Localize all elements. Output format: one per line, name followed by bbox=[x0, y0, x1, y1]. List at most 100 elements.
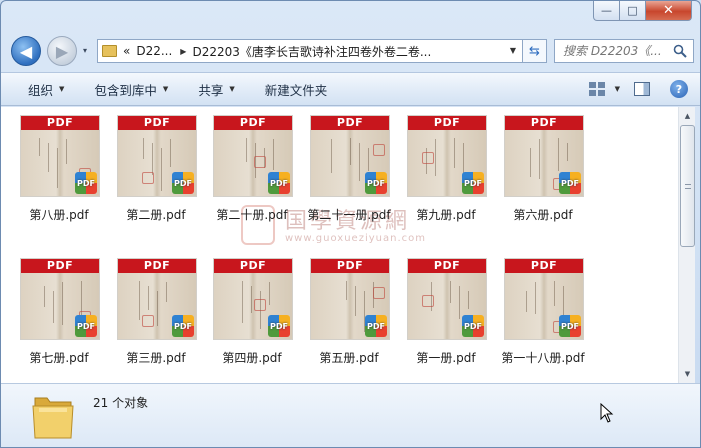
seal-stamp bbox=[254, 156, 266, 168]
file-item[interactable]: PDF PDF 第四册.pdf bbox=[204, 250, 300, 380]
scan-line bbox=[558, 138, 559, 171]
back-arrow-icon: ◀ bbox=[19, 41, 33, 61]
scan-line bbox=[359, 143, 360, 181]
file-item[interactable]: PDF PDF 第二十册.pdf bbox=[204, 107, 300, 237]
breadcrumb-current[interactable]: D22203《唐李长吉歌诗补注四卷外卷二卷... bbox=[192, 43, 431, 60]
file-name: 第二十册.pdf bbox=[216, 208, 288, 222]
address-bar[interactable]: « D22... ▶ D22203《唐李长吉歌诗补注四卷外卷二卷... ▼ bbox=[97, 39, 523, 63]
pdf-banner: PDF bbox=[311, 259, 389, 273]
file-item[interactable]: PDF PDF 第七册.pdf bbox=[11, 250, 107, 380]
new-folder-button[interactable]: 新建文件夹 bbox=[265, 73, 328, 105]
pdf-app-icon: PDF bbox=[365, 172, 387, 194]
file-list[interactable]: 国學資源網 www.guoxueziyuan.com PDF PDF 第八册.pdf… bbox=[1, 107, 678, 383]
pdf-banner: PDF bbox=[118, 116, 196, 130]
chevron-right-icon[interactable]: ▶ bbox=[180, 47, 186, 56]
scan-line bbox=[454, 138, 455, 168]
scan-line bbox=[269, 282, 270, 305]
pdf-app-icon: PDF bbox=[559, 172, 581, 194]
breadcrumb-overflow[interactable]: « bbox=[123, 44, 130, 58]
pdf-thumbnail: PDF PDF bbox=[20, 258, 100, 340]
refresh-icon: ⇆ bbox=[529, 43, 540, 59]
pdf-app-icon: PDF bbox=[172, 315, 194, 337]
close-button[interactable]: ✕ bbox=[646, 1, 692, 21]
search-icon[interactable] bbox=[673, 44, 687, 58]
recent-pages-dropdown[interactable]: ▾ bbox=[83, 46, 87, 55]
pdf-thumbnail: PDF PDF bbox=[407, 115, 487, 197]
seal-stamp bbox=[142, 315, 154, 327]
address-dropdown-icon[interactable]: ▼ bbox=[510, 46, 516, 55]
pdf-app-icon: PDF bbox=[462, 315, 484, 337]
pdf-thumbnail: PDF PDF bbox=[20, 115, 100, 197]
share-label: 共享 bbox=[198, 82, 224, 98]
file-item[interactable]: PDF PDF 第二册.pdf bbox=[108, 107, 204, 237]
scan-line bbox=[39, 138, 40, 156]
scan-line bbox=[450, 281, 451, 303]
file-item[interactable]: PDF PDF 第三册.pdf bbox=[108, 250, 204, 380]
view-controls: ▼ ? bbox=[588, 73, 700, 105]
search-input[interactable] bbox=[563, 44, 673, 58]
scan-line bbox=[242, 281, 243, 323]
scan-line bbox=[530, 148, 531, 177]
file-name: 第七册.pdf bbox=[29, 351, 89, 365]
scrollbar-thumb[interactable] bbox=[680, 125, 695, 247]
pdf-thumbnail: PDF PDF bbox=[213, 115, 293, 197]
file-item[interactable]: PDF PDF 第六册.pdf bbox=[495, 107, 591, 237]
scan-line bbox=[526, 291, 527, 312]
organize-menu[interactable]: 组织 ▼ bbox=[28, 73, 64, 105]
grip-icon bbox=[685, 184, 691, 189]
view-options-dropdown-icon[interactable]: ▼ bbox=[615, 85, 620, 93]
scan-line bbox=[459, 286, 460, 319]
file-item[interactable]: PDF PDF 第八册.pdf bbox=[11, 107, 107, 237]
navigation-bar: ◀ ▶ ▾ « D22... ▶ D22203《唐李长吉歌诗补注四卷外卷二卷..… bbox=[1, 35, 700, 69]
caret-down-icon: ▼ bbox=[229, 85, 235, 93]
pdf-thumbnail: PDF PDF bbox=[407, 258, 487, 340]
search-box[interactable] bbox=[554, 39, 694, 63]
file-name: 第二册.pdf bbox=[126, 208, 186, 222]
organize-label: 组织 bbox=[28, 82, 54, 98]
scroll-down-arrow-icon[interactable]: ▼ bbox=[680, 366, 695, 382]
scan-line bbox=[567, 143, 568, 161]
scan-line bbox=[57, 148, 58, 188]
scan-line bbox=[62, 282, 63, 325]
file-name: 第三册.pdf bbox=[126, 351, 186, 365]
share-menu[interactable]: 共享 ▼ bbox=[198, 73, 234, 105]
minimize-button[interactable]: — bbox=[593, 1, 620, 21]
scan-line bbox=[554, 281, 555, 306]
file-item[interactable]: PDF PDF 第二十一册.pdf bbox=[301, 107, 397, 237]
file-item[interactable]: PDF PDF 第五册.pdf bbox=[301, 250, 397, 380]
scan-line bbox=[346, 281, 347, 300]
file-name: 第五册.pdf bbox=[319, 351, 379, 365]
pdf-banner: PDF bbox=[118, 259, 196, 273]
forward-button[interactable]: ▶ bbox=[47, 36, 77, 66]
refresh-button[interactable]: ⇆ bbox=[523, 39, 547, 63]
pdf-banner: PDF bbox=[311, 116, 389, 130]
breadcrumb-parent[interactable]: D22... bbox=[136, 44, 172, 58]
file-item[interactable]: PDF PDF 第九册.pdf bbox=[398, 107, 494, 237]
pdf-thumbnail: PDF PDF bbox=[504, 115, 584, 197]
scan-line bbox=[66, 139, 67, 164]
maximize-button[interactable]: □ bbox=[620, 1, 646, 21]
pdf-app-icon: PDF bbox=[172, 172, 194, 194]
file-item[interactable]: PDF PDF 第一册.pdf bbox=[398, 250, 494, 380]
scan-line bbox=[139, 281, 140, 320]
new-folder-label: 新建文件夹 bbox=[264, 82, 328, 98]
include-in-library-menu[interactable]: 包含到库中 ▼ bbox=[94, 73, 168, 105]
command-bar: 组织 ▼ 包含到库中 ▼ 共享 ▼ 新建文件夹 ▼ ? bbox=[1, 72, 700, 106]
scan-line bbox=[539, 139, 540, 179]
scan-line bbox=[170, 139, 171, 167]
pdf-app-icon: PDF bbox=[365, 315, 387, 337]
file-name: 第四册.pdf bbox=[222, 351, 282, 365]
back-button[interactable]: ◀ bbox=[11, 36, 41, 66]
caption-buttons: — □ ✕ bbox=[593, 1, 692, 21]
scan-line bbox=[251, 286, 252, 313]
scroll-up-arrow-icon[interactable]: ▲ bbox=[680, 108, 695, 124]
seal-stamp bbox=[254, 299, 266, 311]
folder-icon bbox=[32, 397, 74, 439]
preview-pane-icon[interactable] bbox=[634, 82, 650, 96]
file-name: 第九册.pdf bbox=[416, 208, 476, 222]
pdf-thumbnail: PDF PDF bbox=[213, 258, 293, 340]
help-icon[interactable]: ? bbox=[670, 80, 688, 98]
change-view-icon[interactable] bbox=[588, 82, 605, 96]
vertical-scrollbar[interactable]: ▲ ▼ bbox=[678, 107, 695, 383]
file-item[interactable]: PDF PDF 第一十八册.pdf bbox=[495, 250, 591, 380]
